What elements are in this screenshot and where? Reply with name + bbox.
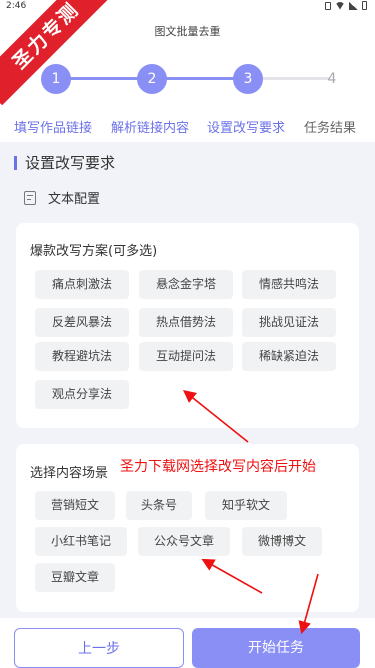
start-task-button[interactable]: 开始任务 bbox=[192, 628, 360, 668]
plan-option[interactable]: 痛点刺激法 bbox=[35, 270, 129, 299]
text-config-row: 文本配置 bbox=[24, 188, 100, 207]
scene-option[interactable]: 豆瓣文章 bbox=[35, 563, 115, 592]
plan-option[interactable]: 教程避坑法 bbox=[35, 342, 129, 371]
section-title-text: 设置改写要求 bbox=[25, 154, 116, 172]
scene-option[interactable]: 营销短文 bbox=[35, 491, 115, 520]
wifi-icon bbox=[335, 1, 345, 10]
step-label-3: 设置改写要求 bbox=[207, 121, 286, 136]
document-icon bbox=[24, 190, 36, 205]
plan-option[interactable]: 情感共鸣法 bbox=[242, 270, 336, 299]
step-4[interactable]: 4 bbox=[317, 64, 347, 94]
step-label-1: 填写作品链接 bbox=[14, 121, 93, 136]
bottom-action-bar: 上一步 开始任务 bbox=[0, 618, 375, 668]
section-heading: 设置改写要求 bbox=[14, 152, 115, 173]
plan-option[interactable]: 悬念金字塔 bbox=[139, 270, 233, 299]
vibrate-icon bbox=[325, 1, 331, 10]
scene-option[interactable]: 小红书笔记 bbox=[35, 527, 127, 556]
stepper: 1 2 3 4 bbox=[0, 50, 375, 108]
rewrite-plan-card: 爆款改写方案(可多选) 痛点刺激法 悬念金字塔 情感共鸣法 反差风暴法 热点借势… bbox=[16, 223, 359, 428]
plan-option[interactable]: 反差风暴法 bbox=[35, 308, 129, 337]
content-scene-title: 选择内容场景 bbox=[30, 466, 109, 481]
step-3[interactable]: 3 bbox=[233, 64, 263, 94]
status-time: 2:46 bbox=[6, 1, 27, 11]
plan-option[interactable]: 观点分享法 bbox=[35, 380, 129, 409]
section-accent-bar bbox=[14, 155, 17, 170]
step-labels: 填写作品链接 解析链接内容 设置改写要求 任务结果 bbox=[0, 108, 375, 142]
prev-step-button[interactable]: 上一步 bbox=[14, 628, 184, 668]
status-icons bbox=[325, 1, 367, 10]
signal-icon bbox=[349, 1, 358, 10]
scene-option[interactable]: 微博博文 bbox=[242, 527, 322, 556]
plan-option[interactable]: 互动提问法 bbox=[139, 342, 233, 371]
scene-option[interactable]: 公众号文章 bbox=[138, 527, 230, 556]
step-label-4: 任务结果 bbox=[304, 121, 357, 136]
red-annotation: 圣力下载网选择改写内容后开始 bbox=[120, 459, 316, 475]
plan-option[interactable]: 稀缺紧迫法 bbox=[242, 342, 336, 371]
step-2[interactable]: 2 bbox=[137, 64, 167, 94]
plan-option[interactable]: 挑战见证法 bbox=[242, 308, 336, 337]
step-1[interactable]: 1 bbox=[41, 64, 71, 94]
scene-option[interactable]: 头条号 bbox=[126, 491, 192, 520]
scene-option[interactable]: 知乎软文 bbox=[205, 491, 287, 520]
step-label-2: 解析链接内容 bbox=[111, 121, 190, 136]
text-config-label: 文本配置 bbox=[48, 192, 101, 207]
plan-option[interactable]: 热点借势法 bbox=[139, 308, 233, 337]
rewrite-plan-title: 爆款改写方案(可多选) bbox=[30, 244, 158, 259]
battery-icon bbox=[362, 1, 367, 10]
